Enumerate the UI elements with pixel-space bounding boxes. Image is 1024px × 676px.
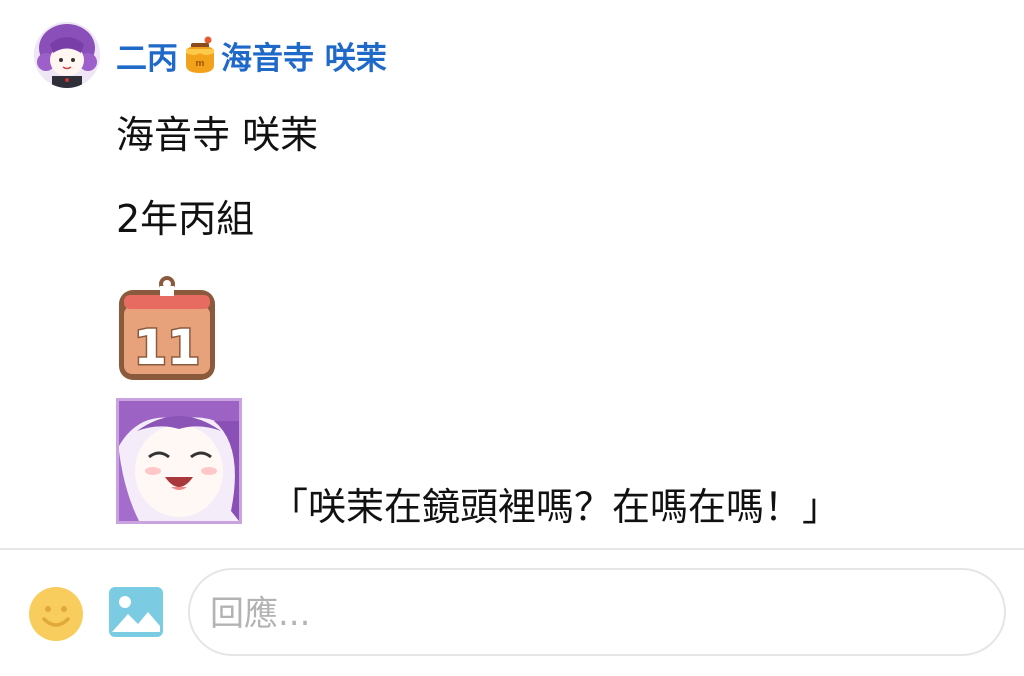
reply-input[interactable] [208, 584, 982, 644]
svg-text:m: m [195, 59, 204, 69]
divider [0, 548, 1024, 550]
reply-box[interactable] [188, 568, 1006, 656]
calendar-sticker: 11 [116, 276, 218, 384]
honey-pot-icon: m [186, 36, 214, 73]
image-icon [109, 587, 163, 637]
emoji-button[interactable] [28, 586, 84, 642]
message-line-name: 海音寺 咲茉 [116, 113, 319, 157]
author-row[interactable]: 二丙 m 海音寺 咲茉 [116, 32, 387, 78]
calendar-day: 11 [134, 320, 201, 376]
smiley-icon [29, 587, 83, 641]
message-line-class: 2年丙組 [116, 197, 255, 241]
laughing-girl-sticker [116, 398, 242, 524]
avatar[interactable] [34, 22, 100, 88]
author-name: 海音寺 咲茉 [221, 40, 387, 77]
calendar-icon: 11 [119, 276, 215, 380]
image-button[interactable] [108, 586, 164, 638]
author-prefix: 二丙 [116, 40, 178, 77]
quote-text: 「咲茉在鏡頭裡嗎？在嗎在嗎！」 [270, 485, 841, 529]
